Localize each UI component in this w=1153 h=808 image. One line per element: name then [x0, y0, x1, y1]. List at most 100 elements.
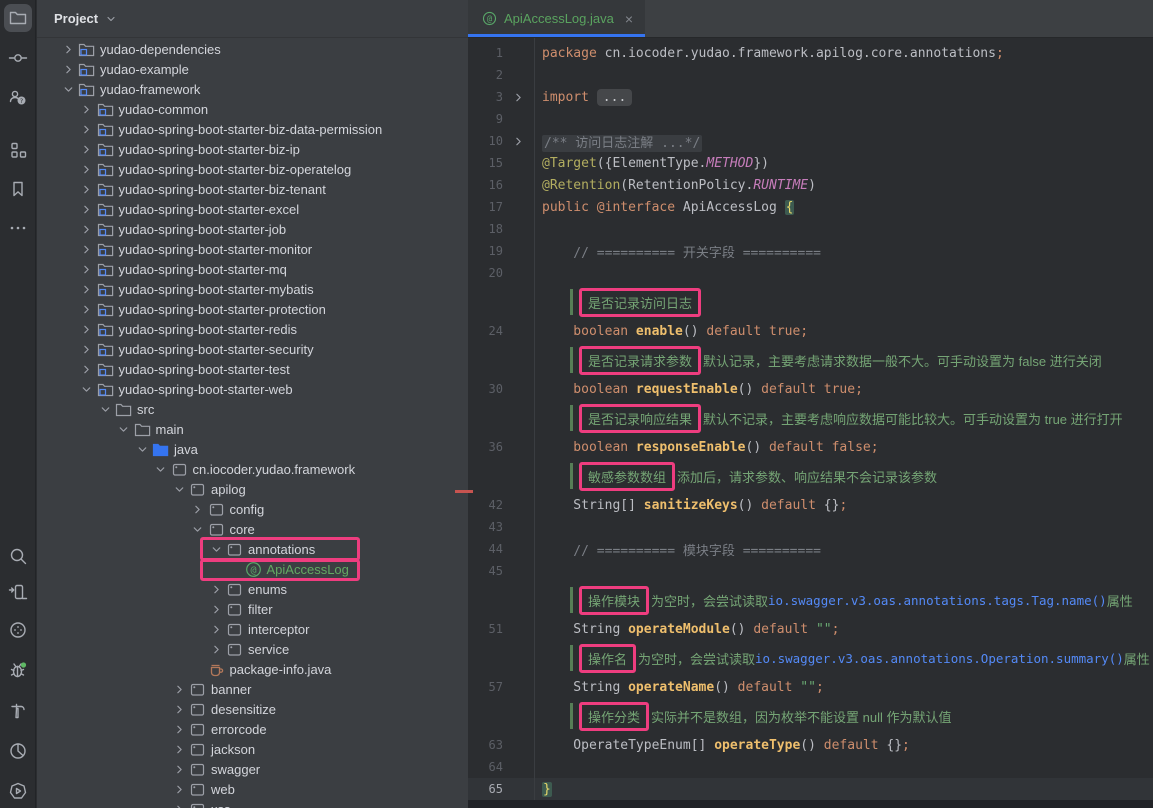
- code-line-51[interactable]: 51 String operateModule() default "";: [468, 618, 1153, 640]
- tree-item-yudao-spring-boot-starter-mq[interactable]: yudao-spring-boot-starter-mq: [37, 259, 468, 279]
- line-number[interactable]: 30: [468, 382, 503, 396]
- code-line-36[interactable]: 36 boolean responseEnable() default fals…: [468, 436, 1153, 458]
- chevron-right-icon[interactable]: [171, 801, 187, 808]
- tree-item-yudao-spring-boot-starter-redis[interactable]: yudao-spring-boot-starter-redis: [37, 319, 468, 339]
- code-line-3[interactable]: 3import ...: [468, 86, 1153, 108]
- tree-item-yudao-spring-boot-starter-job[interactable]: yudao-spring-boot-starter-job: [37, 219, 468, 239]
- code-line-43[interactable]: 43: [468, 516, 1153, 538]
- tree-item-interceptor[interactable]: interceptor: [37, 619, 468, 639]
- chevron-right-icon[interactable]: [79, 101, 95, 117]
- tree-item-yudao-example[interactable]: yudao-example: [37, 59, 468, 79]
- code-line-63[interactable]: 63 OperateTypeEnum[] operateType() defau…: [468, 734, 1153, 756]
- chevron-right-icon[interactable]: [208, 601, 224, 617]
- rendered-doc-comment[interactable]: 操作分类 实际并不是数组，因为枚举不能设置 null 作为默认值: [570, 698, 1153, 734]
- line-number[interactable]: 45: [468, 564, 503, 578]
- tool-button-commit[interactable]: [4, 44, 32, 72]
- tree-item-jackson[interactable]: jackson: [37, 739, 468, 759]
- chevron-down-icon[interactable]: [79, 381, 95, 397]
- chevron-right-icon[interactable]: [171, 701, 187, 717]
- line-number[interactable]: 1: [468, 46, 503, 60]
- tool-button-project[interactable]: [4, 4, 32, 32]
- line-number[interactable]: 43: [468, 520, 503, 534]
- code-line-2[interactable]: 2: [468, 64, 1153, 86]
- chevron-right-icon[interactable]: [208, 581, 224, 597]
- line-number[interactable]: 17: [468, 200, 503, 214]
- rendered-doc-comment[interactable]: 是否记录请求参数 默认记录，主要考虑请求数据一般不大。可手动设置为 false …: [570, 342, 1153, 378]
- code-line-64[interactable]: 64: [468, 756, 1153, 778]
- tab-apiaccesslog-java[interactable]: @ ApiAccessLog.java ×: [468, 0, 645, 37]
- tree-item-banner[interactable]: banner: [37, 679, 468, 699]
- tree-item-src[interactable]: src: [37, 399, 468, 419]
- chevron-right-icon[interactable]: [79, 321, 95, 337]
- chevron-right-icon[interactable]: [79, 141, 95, 157]
- fold-arrow-icon[interactable]: [503, 135, 534, 148]
- line-number[interactable]: 9: [468, 112, 503, 126]
- tree-item-enums[interactable]: enums: [37, 579, 468, 599]
- chevron-right-icon[interactable]: [171, 741, 187, 757]
- chevron-down-icon[interactable]: [134, 441, 150, 457]
- chevron-down-icon[interactable]: [208, 541, 224, 557]
- chevron-right-icon[interactable]: [79, 221, 95, 237]
- code-line-1[interactable]: 1package cn.iocoder.yudao.framework.apil…: [468, 42, 1153, 64]
- chevron-right-icon[interactable]: [171, 761, 187, 777]
- tree-item-annotations[interactable]: annotations: [37, 539, 468, 559]
- chevron-right-icon[interactable]: [79, 181, 95, 197]
- tree-item-web[interactable]: web: [37, 779, 468, 799]
- line-number[interactable]: 64: [468, 760, 503, 774]
- close-icon[interactable]: ×: [625, 11, 633, 27]
- tool-button-bookmarks[interactable]: [4, 175, 32, 203]
- rendered-doc-comment[interactable]: 操作名 为空时，会尝试读取 io.swagger.v3.oas.annotati…: [570, 640, 1153, 676]
- code-line-15[interactable]: 15@Target({ElementType.METHOD}): [468, 152, 1153, 174]
- code-line-17[interactable]: 17public @interface ApiAccessLog {: [468, 196, 1153, 218]
- tool-button-build[interactable]: [4, 697, 32, 725]
- line-number[interactable]: 18: [468, 222, 503, 236]
- line-number[interactable]: 57: [468, 680, 503, 694]
- line-number[interactable]: 65: [468, 782, 503, 796]
- tree-item-yudao-spring-boot-starter-test[interactable]: yudao-spring-boot-starter-test: [37, 359, 468, 379]
- chevron-right-icon[interactable]: [79, 121, 95, 137]
- code-line-9[interactable]: 9: [468, 108, 1153, 130]
- chevron-right-icon[interactable]: [79, 261, 95, 277]
- chevron-right-icon[interactable]: [208, 641, 224, 657]
- project-panel-header[interactable]: Project: [37, 0, 468, 38]
- tool-button-more-tool-windows[interactable]: [4, 214, 32, 242]
- code-line-24[interactable]: 24 boolean enable() default true;: [468, 320, 1153, 342]
- line-number[interactable]: 2: [468, 68, 503, 82]
- line-number[interactable]: 44: [468, 542, 503, 556]
- tree-item-yudao-spring-boot-starter-security[interactable]: yudao-spring-boot-starter-security: [37, 339, 468, 359]
- tree-item-desensitize[interactable]: desensitize: [37, 699, 468, 719]
- chevron-down-icon[interactable]: [116, 421, 132, 437]
- line-number[interactable]: 24: [468, 324, 503, 338]
- tree-item-yudao-framework[interactable]: yudao-framework: [37, 79, 468, 99]
- tree-item-yudao-spring-boot-starter-biz-data-permission[interactable]: yudao-spring-boot-starter-biz-data-permi…: [37, 119, 468, 139]
- tree-item-core[interactable]: core: [37, 519, 468, 539]
- chevron-down-icon[interactable]: [97, 401, 113, 417]
- tool-button-profiler[interactable]: [4, 737, 32, 765]
- chevron-right-icon[interactable]: [171, 681, 187, 697]
- code-line-57[interactable]: 57 String operateName() default "";: [468, 676, 1153, 698]
- code-line-19[interactable]: 19 // ========== 开关字段 ==========: [468, 240, 1153, 262]
- chevron-right-icon[interactable]: [60, 41, 76, 57]
- code-editor[interactable]: 1package cn.iocoder.yudao.framework.apil…: [468, 38, 1153, 808]
- tree-item-cn-iocoder-yudao-framework[interactable]: cn.iocoder.yudao.framework: [37, 459, 468, 479]
- tool-button-run-window[interactable]: [4, 578, 32, 606]
- tree-item-errorcode[interactable]: errorcode: [37, 719, 468, 739]
- line-number[interactable]: 36: [468, 440, 503, 454]
- line-number[interactable]: 42: [468, 498, 503, 512]
- line-number[interactable]: 16: [468, 178, 503, 192]
- tree-item-yudao-spring-boot-starter-excel[interactable]: yudao-spring-boot-starter-excel: [37, 199, 468, 219]
- code-line-45[interactable]: 45: [468, 560, 1153, 582]
- chevron-right-icon[interactable]: [79, 341, 95, 357]
- chevron-down-icon[interactable]: [60, 81, 76, 97]
- tool-button-structure[interactable]: [4, 136, 32, 164]
- line-number[interactable]: 51: [468, 622, 503, 636]
- tree-item-service[interactable]: service: [37, 639, 468, 659]
- tree-item-xss[interactable]: xss: [37, 799, 468, 808]
- chevron-down-icon[interactable]: [105, 13, 117, 25]
- rendered-doc-comment[interactable]: 操作模块 为空时，会尝试读取 io.swagger.v3.oas.annotat…: [570, 582, 1153, 618]
- tree-item-config[interactable]: config: [37, 499, 468, 519]
- tree-item-yudao-spring-boot-starter-monitor[interactable]: yudao-spring-boot-starter-monitor: [37, 239, 468, 259]
- rendered-doc-comment[interactable]: 敏感参数数组 添加后，请求参数、响应结果不会记录该参数: [570, 458, 1153, 494]
- chevron-right-icon[interactable]: [60, 61, 76, 77]
- tool-button-run-anything[interactable]: [4, 777, 32, 805]
